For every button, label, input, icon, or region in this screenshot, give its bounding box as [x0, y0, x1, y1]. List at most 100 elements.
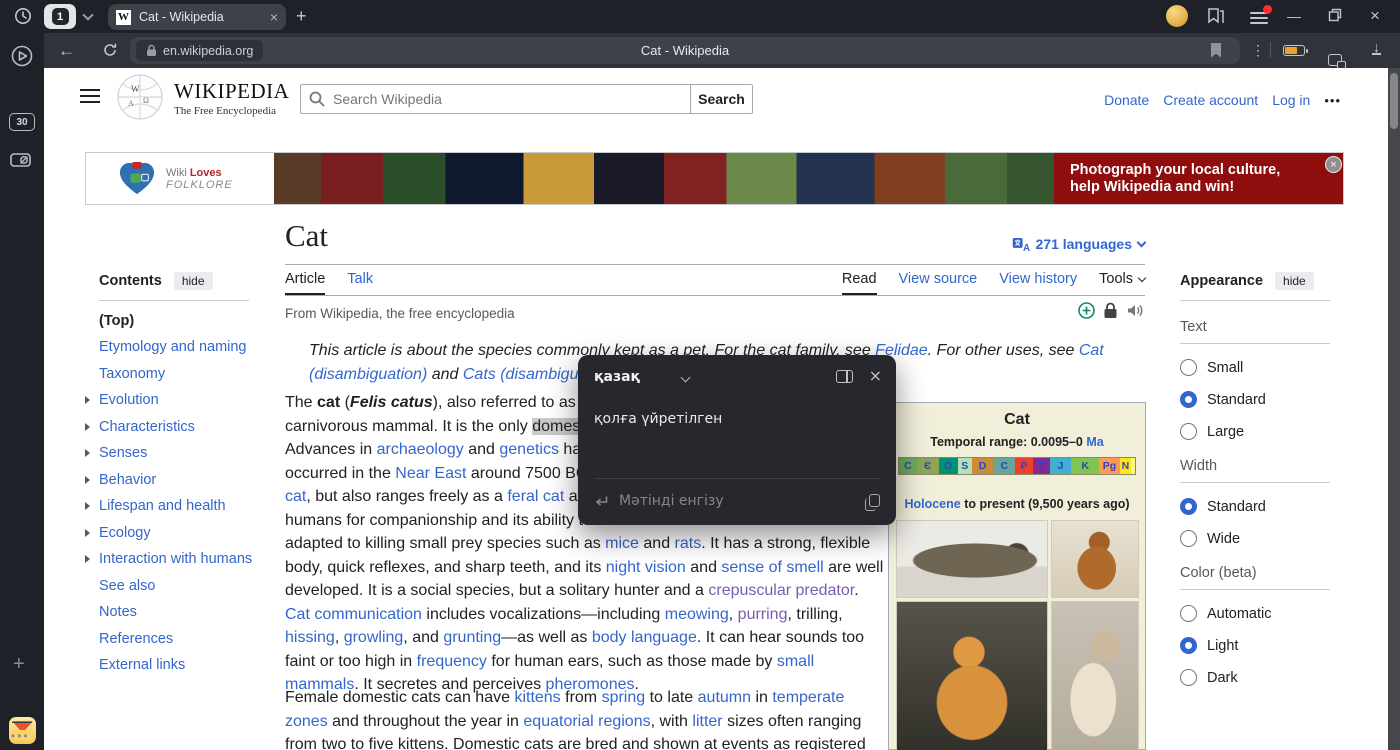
downloads-icon[interactable]: ↓ [1372, 41, 1381, 55]
address-bar[interactable]: en.wikipedia.org Cat - Wikipedia [130, 37, 1240, 64]
sidebar-add-icon[interactable]: + [13, 653, 25, 676]
page-protection-lock-icon[interactable] [1103, 302, 1118, 319]
wikilink[interactable]: autumn [698, 689, 751, 706]
toc-link[interactable]: Interaction with humans [99, 551, 252, 567]
wikilink[interactable]: Near East [395, 465, 466, 482]
toc-item[interactable]: Senses [99, 446, 299, 460]
play-media-icon[interactable] [11, 45, 33, 67]
banner-close-icon[interactable]: × [1325, 156, 1342, 173]
tab-read[interactable]: Read [842, 271, 877, 295]
timescale-segment[interactable]: D [972, 458, 994, 474]
radio-option-small[interactable]: Small [1180, 359, 1360, 376]
wikilink[interactable]: kittens [514, 689, 560, 706]
timescale-segment[interactable]: N [1120, 458, 1131, 474]
wikilink[interactable]: equatorial regions [523, 713, 650, 730]
wikilink[interactable]: growling [344, 629, 404, 646]
radio-option-standard[interactable]: Standard [1180, 391, 1360, 408]
toc-link[interactable]: Evolution [99, 392, 159, 408]
timescale-segment[interactable]: Pg [1099, 458, 1119, 474]
toc-item[interactable]: Characteristics [99, 420, 299, 434]
cat-photo-siamese[interactable] [1051, 601, 1139, 750]
radio-option-light[interactable]: Light [1180, 637, 1360, 654]
tab-groups-icon[interactable] [1328, 54, 1342, 66]
login-link[interactable]: Log in [1272, 92, 1310, 108]
toc-link[interactable]: (Top) [99, 313, 134, 329]
timescale-segment[interactable]: T [1033, 458, 1050, 474]
toc-link[interactable]: See also [99, 578, 155, 594]
wikilink[interactable]: grunting [443, 629, 501, 646]
translate-input-placeholder[interactable]: Мәтінді енгізу [619, 493, 724, 509]
copy-icon[interactable] [869, 494, 880, 507]
toc-link[interactable]: Lifespan and health [99, 498, 226, 514]
search-input[interactable] [300, 84, 690, 114]
radio-option-wide[interactable]: Wide [1180, 530, 1360, 547]
timer-badge[interactable]: 30 [9, 113, 35, 131]
wikilink[interactable]: night vision [606, 559, 686, 576]
tab-talk[interactable]: Talk [347, 271, 373, 295]
chevron-right-icon[interactable] [85, 529, 90, 537]
listen-icon[interactable] [1126, 302, 1145, 319]
wikilink[interactable]: frequency [417, 653, 487, 670]
toc-item[interactable]: References [99, 632, 299, 646]
header-more-icon[interactable]: ••• [1324, 93, 1341, 108]
toc-item[interactable]: Lifespan and health [99, 499, 299, 513]
toc-item[interactable]: Ecology [99, 526, 299, 540]
toc-link[interactable]: Etymology and naming [99, 339, 247, 355]
url-chip[interactable]: en.wikipedia.org [136, 40, 263, 61]
screenshot-icon[interactable] [10, 151, 34, 169]
wikilink[interactable]: sense of smell [721, 559, 823, 576]
donate-link[interactable]: Donate [1104, 92, 1149, 108]
toc-link[interactable]: External links [99, 657, 185, 673]
timescale-segment[interactable]: J [1050, 458, 1072, 474]
toc-link[interactable]: Notes [99, 604, 137, 620]
ma-link[interactable]: Ma [1086, 435, 1103, 449]
bookmarks-icon[interactable] [1206, 7, 1226, 25]
timescale-segment[interactable]: P [1015, 458, 1033, 474]
timescale-segment[interactable]: S [958, 458, 972, 474]
timescale-segment[interactable]: C [899, 458, 917, 474]
wikilink[interactable]: rats [675, 535, 702, 552]
wiki-loves-folklore-banner[interactable]: Wiki Loves FOLKLORE Photograph your loca… [85, 152, 1344, 205]
sidebar-more-icon[interactable]: ••• [11, 729, 30, 743]
toc-item[interactable]: Notes [99, 605, 299, 619]
wikilink[interactable]: spring [602, 689, 646, 706]
popup-input-row[interactable]: Мәтінді енгізу [594, 493, 880, 509]
wikilink[interactable]: litter [692, 713, 722, 730]
chevron-right-icon[interactable] [85, 502, 90, 510]
radio-icon[interactable] [1180, 359, 1197, 376]
toc-link[interactable]: Ecology [99, 525, 151, 541]
tab-close-icon[interactable]: × [270, 10, 278, 24]
timescale-segment[interactable]: K [1071, 458, 1099, 474]
wikipedia-globe-logo[interactable]: WΩA [116, 73, 164, 121]
appearance-hide-button[interactable]: hide [1275, 272, 1314, 290]
wikilink[interactable]: hissing [285, 629, 335, 646]
radio-icon[interactable] [1180, 605, 1197, 622]
tab-article[interactable]: Article [285, 271, 325, 295]
timescale-segment[interactable] [1131, 458, 1135, 474]
open-side-panel-icon[interactable] [836, 370, 853, 383]
chevron-right-icon[interactable] [85, 449, 90, 457]
create-account-link[interactable]: Create account [1163, 92, 1258, 108]
tab-view-source[interactable]: View source [899, 271, 978, 295]
chevron-right-icon[interactable] [85, 555, 90, 563]
wikilink[interactable]: feral cat [507, 488, 564, 505]
reload-icon[interactable] [102, 42, 118, 58]
cat-photo-tabby[interactable] [896, 520, 1048, 598]
banner-message[interactable]: Photograph your local culture, help Wiki… [1054, 153, 1343, 204]
chevron-right-icon[interactable] [85, 396, 90, 404]
battery-saver-icon[interactable] [1283, 45, 1305, 56]
target-language-label[interactable]: қазақ [594, 369, 640, 385]
chevron-right-icon[interactable] [85, 476, 90, 484]
toc-hide-button[interactable]: hide [174, 272, 213, 290]
browser-tab[interactable]: W Cat - Wikipedia × [108, 4, 286, 30]
timescale-segment[interactable]: Є [917, 458, 939, 474]
toc-item[interactable]: External links [99, 658, 299, 672]
toc-link[interactable]: Characteristics [99, 419, 195, 435]
wikilink[interactable]: Cat communication [285, 606, 422, 623]
chevron-right-icon[interactable] [85, 423, 90, 431]
new-tab-button[interactable]: + [296, 6, 307, 27]
extensions-dots-icon[interactable]: ⋮ [1251, 42, 1265, 59]
toc-link[interactable]: References [99, 631, 173, 647]
wikilink[interactable]: mice [605, 535, 639, 552]
timescale-segment[interactable]: C [993, 458, 1015, 474]
